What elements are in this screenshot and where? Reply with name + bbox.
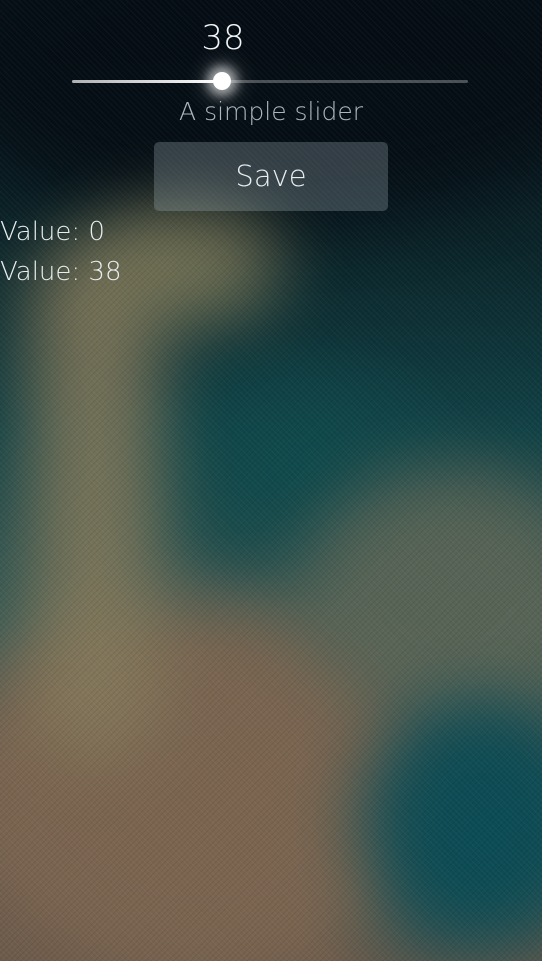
value-log: Value: 0 Value: 38 <box>0 212 122 292</box>
log-line: Value: 38 <box>0 257 122 287</box>
page-content: 38 A simple slider Save Value: 0 Value: 3… <box>0 0 542 961</box>
log-line: Value: 0 <box>0 217 105 247</box>
save-button[interactable]: Save <box>154 142 388 211</box>
slider-handle[interactable] <box>213 72 232 90</box>
slider-label: A simple slider <box>179 97 363 126</box>
slider-track[interactable] <box>72 72 468 90</box>
slider-fill <box>72 80 223 83</box>
slider-value-readout: 38 <box>201 18 245 58</box>
